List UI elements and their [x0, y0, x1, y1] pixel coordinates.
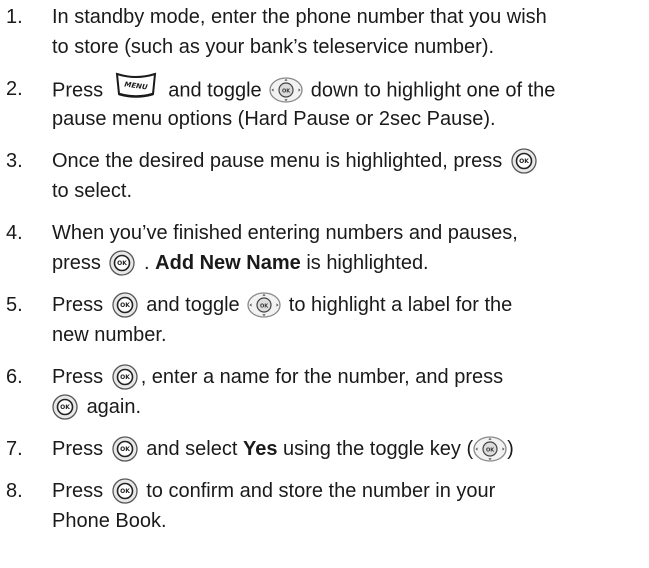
step-number: 3.	[6, 150, 23, 172]
ok-key-icon: OK	[52, 394, 78, 420]
step-text: and toggle	[146, 294, 240, 316]
step-text: Press	[52, 366, 104, 388]
step-text: using the toggle key (	[283, 438, 474, 460]
ok-key-icon: OK	[112, 436, 138, 462]
step-text: press	[52, 252, 101, 274]
step-text: to confirm and store the number in your	[146, 480, 496, 502]
step-text: is highlighted.	[306, 252, 429, 274]
step-number: 6.	[6, 366, 23, 388]
navigation-toggle-key-icon: OK	[269, 77, 303, 103]
step-number: 2.	[6, 78, 23, 100]
step-text: In standby mode, enter the phone number …	[52, 6, 547, 28]
step-text: pause menu options (Hard Pause or 2sec P…	[52, 108, 496, 130]
step-number: 7.	[6, 438, 23, 460]
step-text: and toggle	[168, 79, 262, 102]
step-text: Press	[52, 294, 104, 316]
step-number: 1.	[6, 6, 23, 28]
svg-text:OK: OK	[260, 303, 269, 309]
step-3: 3. Once the desired pause menu is highli…	[0, 146, 649, 206]
svg-text:OK: OK	[120, 446, 130, 453]
step-4: 4. When you’ve finished entering numbers…	[0, 218, 649, 278]
ok-key-icon: OK	[109, 250, 136, 276]
svg-text:OK: OK	[60, 404, 70, 411]
step-1: 1. In standby mode, enter the phone numb…	[0, 2, 649, 62]
step-2: 2. Press MENU and toggle OK down to high…	[0, 72, 649, 134]
step-text: Press	[52, 480, 104, 502]
ok-key-icon: OK	[112, 478, 138, 504]
step-number: 5.	[6, 294, 23, 316]
step-number: 8.	[6, 480, 23, 502]
menu-key-icon: MENU	[113, 68, 159, 102]
step-text: .	[144, 252, 150, 274]
ok-key-icon: OK	[112, 364, 138, 390]
navigation-toggle-key-icon: OK	[247, 292, 281, 318]
step-text: down to highlight one of the	[310, 79, 556, 102]
step-text: Phone Book.	[52, 510, 167, 532]
step-5: 5. Press OK and toggle OK to highlight a…	[0, 290, 649, 350]
emphasis-text: Add New Name	[155, 252, 301, 274]
step-7: 7. Press OK and select Yes using the tog…	[0, 434, 649, 464]
step-number: 4.	[6, 222, 23, 244]
step-text: , enter a name for the number, and press	[140, 366, 504, 388]
svg-text:OK: OK	[120, 374, 130, 381]
ok-key-icon: OK	[112, 292, 138, 318]
step-text: new number.	[52, 324, 167, 346]
svg-text:OK: OK	[120, 302, 130, 309]
step-8: 8. Press OK to confirm and store the num…	[0, 476, 649, 536]
step-text: Once the desired pause menu is highlight…	[52, 150, 503, 172]
step-6: 6. Press OK , enter a name for the numbe…	[0, 362, 649, 422]
navigation-toggle-key-icon: OK	[473, 436, 507, 462]
step-text: Press	[52, 79, 104, 102]
step-text: )	[507, 438, 514, 460]
step-text: to highlight a label for the	[288, 294, 513, 316]
step-text: and select	[146, 438, 238, 460]
svg-text:OK: OK	[118, 260, 128, 267]
svg-text:OK: OK	[282, 89, 291, 95]
step-text: Press	[52, 438, 104, 460]
ok-key-icon: OK	[511, 148, 537, 174]
step-text: again.	[86, 396, 142, 418]
svg-text:OK: OK	[519, 158, 529, 165]
instruction-list: 1. In standby mode, enter the phone numb…	[0, 0, 649, 568]
step-text: to select.	[52, 180, 133, 202]
step-text: When you’ve finished entering numbers an…	[52, 222, 518, 244]
svg-text:OK: OK	[120, 488, 130, 495]
svg-text:OK: OK	[486, 447, 495, 453]
emphasis-text: Yes	[242, 438, 278, 460]
step-text: to store (such as your bank’s teleservic…	[52, 36, 495, 58]
